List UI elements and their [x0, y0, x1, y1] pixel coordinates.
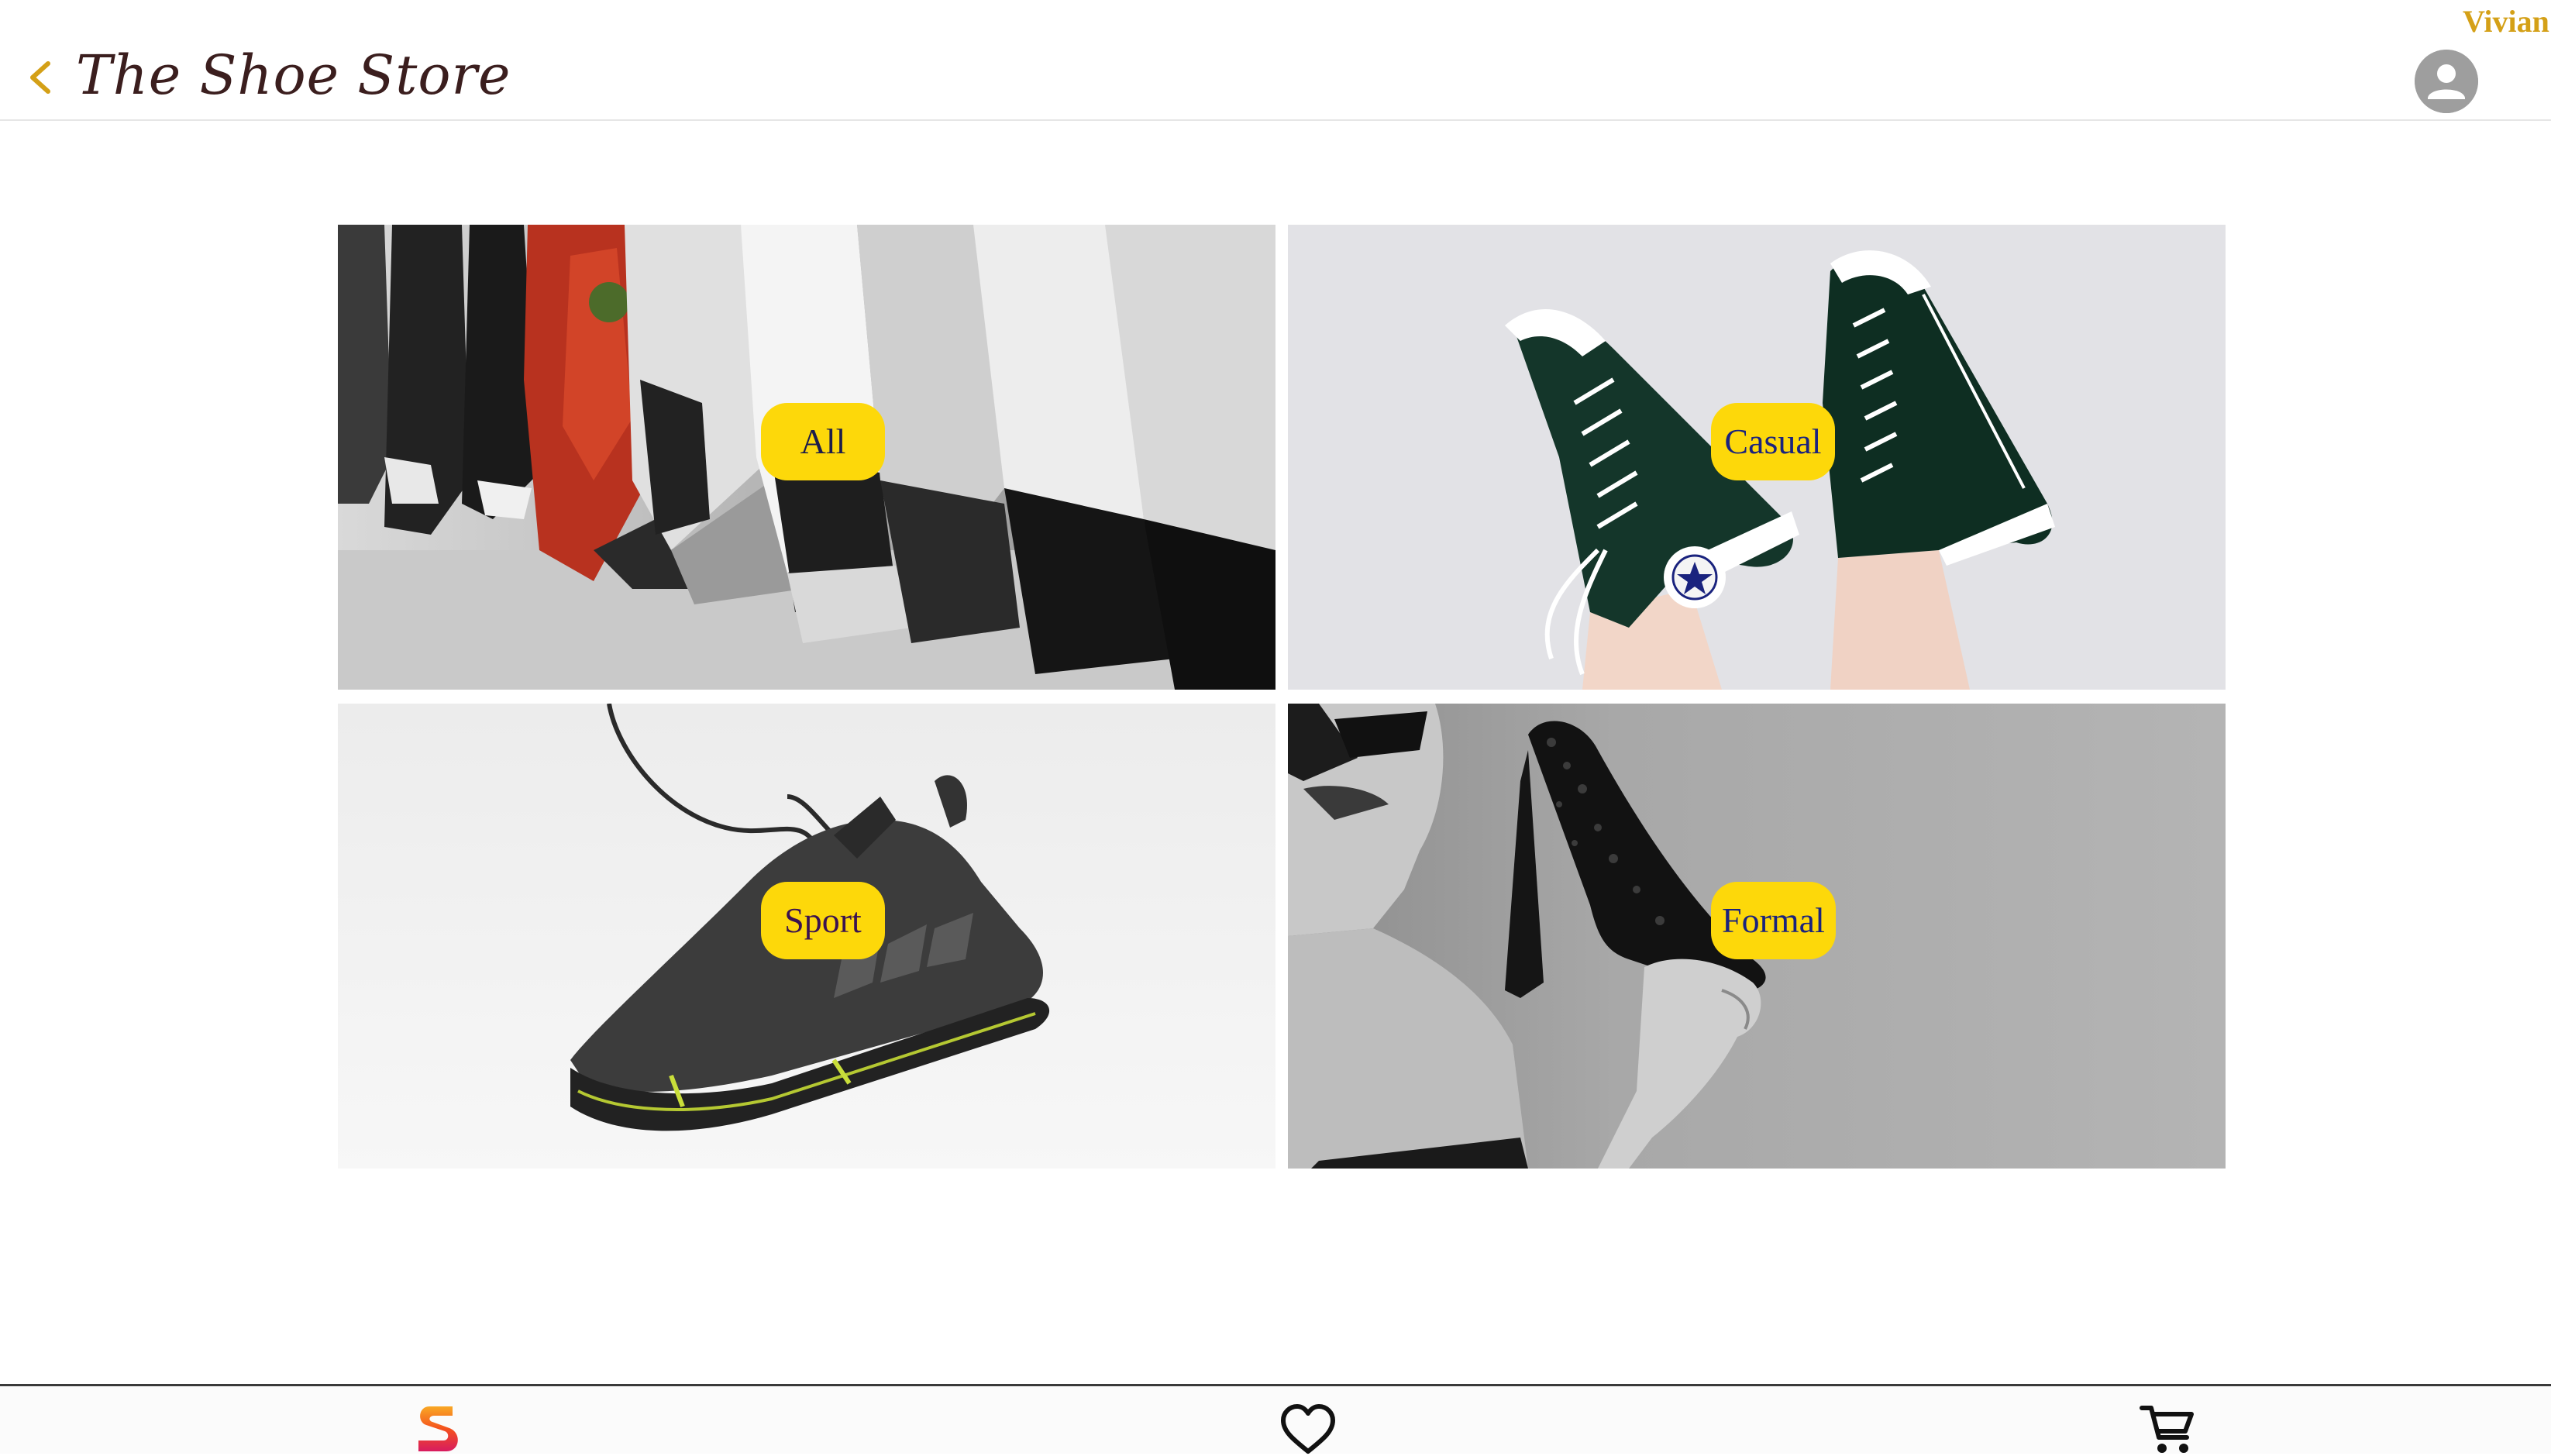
app-title: The Shoe Store [76, 43, 511, 107]
app-header: The Shoe Store Vivian [0, 0, 2551, 121]
store-logo-icon [418, 1406, 458, 1451]
category-tile-casual[interactable]: Casual [1288, 225, 2226, 690]
category-label-all[interactable]: All [761, 403, 885, 480]
cart-icon [2140, 1406, 2194, 1453]
nav-favorites-button[interactable] [1277, 1402, 1339, 1456]
category-tile-formal[interactable]: Formal [1288, 704, 2226, 1169]
nav-cart-button[interactable] [2136, 1402, 2198, 1456]
nav-home-button[interactable] [408, 1402, 470, 1456]
user-name[interactable]: Vivian [2463, 3, 2549, 40]
chevron-left-icon [30, 61, 50, 94]
category-tile-all[interactable]: All [338, 225, 1276, 690]
category-label-casual[interactable]: Casual [1711, 403, 1835, 480]
bottom-nav [0, 1384, 2551, 1454]
category-label-formal[interactable]: Formal [1711, 882, 1836, 959]
category-grid: All Casual Sport Formal [338, 225, 2226, 1169]
back-button[interactable] [22, 54, 59, 101]
heart-icon [1281, 1404, 1335, 1454]
category-label-sport[interactable]: Sport [761, 882, 885, 959]
category-tile-sport[interactable]: Sport [338, 704, 1276, 1169]
account-circle-icon [2415, 50, 2478, 113]
account-avatar[interactable] [2415, 50, 2478, 113]
